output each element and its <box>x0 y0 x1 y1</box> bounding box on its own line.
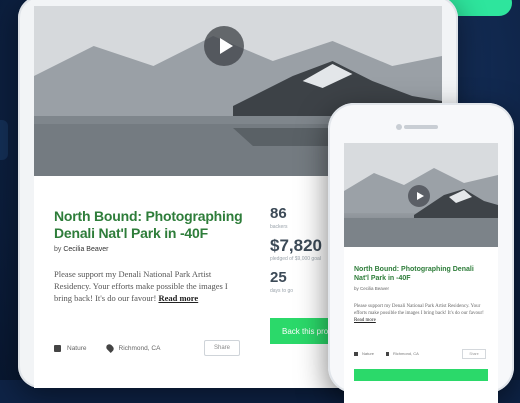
location-pin-icon <box>104 343 115 353</box>
phone-category-label[interactable]: Nature <box>362 351 374 356</box>
play-icon <box>416 192 424 200</box>
phone-read-more-link[interactable]: Read more <box>354 318 376 323</box>
phone-project-title[interactable]: North Bound: Photographing Denali Nat'l … <box>354 265 490 283</box>
phone-project-description: Please support my Denali National Park A… <box>354 303 490 324</box>
read-more-link[interactable]: Read more <box>158 293 198 303</box>
phone-camera <box>396 124 402 130</box>
project-title[interactable]: North Bound: Photographing Denali Nat'l … <box>54 208 259 242</box>
phone-byline: by Cecilia Beaver <box>354 286 389 291</box>
play-button[interactable] <box>204 26 244 66</box>
accent-shape-left <box>0 120 8 160</box>
phone-location-label[interactable]: Richmond, CA <box>393 351 419 356</box>
phone-back-project-button[interactable] <box>354 369 488 381</box>
project-meta: Nature Richmond, CA <box>54 343 161 353</box>
phone-device: North Bound: Photographing Denali Nat'l … <box>328 103 514 403</box>
phone-byline-prefix: by <box>354 286 359 291</box>
phone-share-button[interactable]: Share <box>462 349 486 359</box>
location-label[interactable]: Richmond, CA <box>119 345 161 352</box>
phone-speaker <box>404 125 438 129</box>
share-button[interactable]: Share <box>204 340 240 356</box>
category-label[interactable]: Nature <box>67 345 87 352</box>
tag-icon <box>54 344 61 352</box>
author-link[interactable]: Cecilia Beaver <box>63 246 108 253</box>
project-description: Please support my Denali National Park A… <box>54 268 244 304</box>
tag-icon <box>354 351 358 356</box>
phone-video-hero[interactable] <box>344 143 498 247</box>
byline: by Cecilia Beaver <box>54 246 109 253</box>
location-pin-icon <box>386 351 390 356</box>
phone-project-meta: Nature Richmond, CA <box>354 351 419 356</box>
phone-description-text: Please support my Denali National Park A… <box>354 304 484 316</box>
phone-play-button[interactable] <box>408 185 430 207</box>
play-icon <box>219 38 233 54</box>
byline-prefix: by <box>54 246 62 253</box>
phone-screen: North Bound: Photographing Denali Nat'l … <box>344 143 498 403</box>
phone-author-link[interactable]: Cecilia Beaver <box>360 286 389 291</box>
description-text: Please support my Denali National Park A… <box>54 269 228 303</box>
